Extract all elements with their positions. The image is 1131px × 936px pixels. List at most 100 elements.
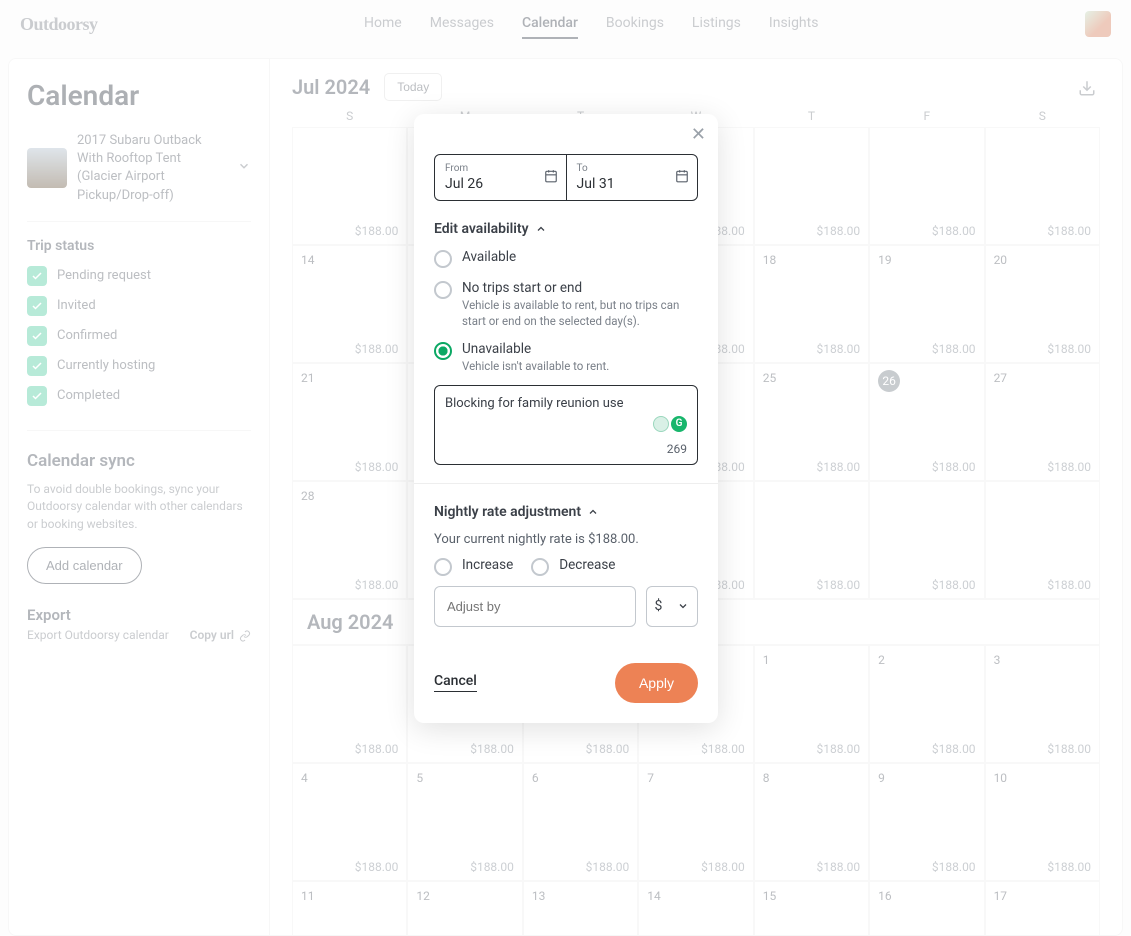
day-number: 17 <box>994 889 1008 903</box>
calendar-cell[interactable]: 26$188.00 <box>869 363 984 481</box>
checkbox[interactable] <box>27 326 47 346</box>
listing-name: 2017 Subaru Outback With Rooftop Tent (G… <box>77 132 227 205</box>
day-number: 27 <box>994 371 1008 385</box>
calendar-cell[interactable]: 4$188.00 <box>292 763 407 881</box>
calendar-cell[interactable]: 27 $188.00 <box>985 363 1100 481</box>
nightly-rate-desc: Your current nightly rate is $188.00. <box>434 532 698 547</box>
calendar-cell[interactable]: 17$188.00 <box>985 881 1100 936</box>
calendar-cell[interactable]: 19 $188.00 <box>869 245 984 363</box>
close-icon[interactable]: ✕ <box>691 124 706 145</box>
sidebar: Calendar 2017 Subaru Outback With Roofto… <box>8 58 270 936</box>
calendar-cell[interactable]: 6$188.00 <box>523 763 638 881</box>
nav-bookings[interactable]: Bookings <box>606 9 664 39</box>
listing-selector[interactable]: 2017 Subaru Outback With Rooftop Tent (G… <box>27 132 251 222</box>
day-number: 19 <box>878 253 892 267</box>
status-item[interactable]: Invited <box>27 296 251 316</box>
calendar-cell[interactable]: 9$188.00 <box>869 763 984 881</box>
copy-url-button[interactable]: Copy url <box>190 628 251 642</box>
radio-available[interactable]: Available <box>434 249 698 268</box>
cell-price: $188.00 <box>1047 460 1091 474</box>
calendar-cell[interactable]: 7$188.00 <box>638 763 753 881</box>
calendar-cell[interactable]: 15$188.00 <box>754 881 869 936</box>
nav-insights[interactable]: Insights <box>769 9 819 39</box>
brand-logo: Outdoorsy <box>20 14 98 35</box>
checkbox[interactable] <box>27 266 47 286</box>
nav-calendar[interactable]: Calendar <box>522 9 578 39</box>
calendar-cell[interactable]: 13$188.00 <box>523 881 638 936</box>
checkbox[interactable] <box>27 356 47 376</box>
radio-dot[interactable] <box>434 250 452 268</box>
radio-unavailable[interactable]: Unavailable Vehicle isn't available to r… <box>434 341 698 375</box>
date-from[interactable]: From Jul 26 <box>435 155 567 200</box>
calendar-cell[interactable]: 1$188.00 <box>754 645 869 763</box>
unit-select[interactable]: $ <box>646 586 698 627</box>
cell-price: $188.00 <box>355 742 399 756</box>
calendar-cell[interactable]: 2$188.00 <box>869 645 984 763</box>
radio-dot[interactable] <box>434 558 452 576</box>
status-item[interactable]: Pending request <box>27 266 251 286</box>
cell-price: $188.00 <box>1047 742 1091 756</box>
edit-availability-heading[interactable]: Edit availability <box>434 221 698 237</box>
nav-listings[interactable]: Listings <box>692 9 741 39</box>
day-number: 11 <box>301 889 315 903</box>
today-button[interactable]: Today <box>384 73 442 101</box>
user-avatar[interactable] <box>1085 11 1111 37</box>
day-number: 6 <box>532 771 539 785</box>
radio-dot[interactable] <box>434 281 452 299</box>
nav-messages[interactable]: Messages <box>430 9 494 39</box>
add-calendar-button[interactable]: Add calendar <box>27 547 142 584</box>
radio-no-trips[interactable]: No trips start or end Vehicle is availab… <box>434 280 698 329</box>
radio-decrease[interactable]: Decrease <box>531 557 615 576</box>
calendar-sync-section: Calendar sync To avoid double bookings, … <box>27 430 251 584</box>
adjust-by-input[interactable] <box>434 586 636 627</box>
status-item[interactable]: Confirmed <box>27 326 251 346</box>
top-nav: Outdoorsy Home Messages Calendar Booking… <box>0 0 1131 48</box>
calendar-cell[interactable]: 10$188.00 <box>985 763 1100 881</box>
calendar-cell[interactable]: 14$188.00 <box>638 881 753 936</box>
download-icon[interactable] <box>1078 79 1096 101</box>
status-label: Pending request <box>57 268 151 283</box>
apply-button[interactable]: Apply <box>615 663 698 703</box>
day-number: 1 <box>763 653 770 667</box>
calendar-cell[interactable]: 18$188.00 <box>754 245 869 363</box>
nav-links: Home Messages Calendar Bookings Listings… <box>98 9 1085 39</box>
calendar-cell[interactable]: 28$188.00 <box>292 481 407 599</box>
cell-price: $188.00 <box>932 342 976 356</box>
calendar-cell[interactable]: 16$188.00 <box>869 881 984 936</box>
nightly-rate-heading[interactable]: Nightly rate adjustment <box>434 504 698 520</box>
status-label: Completed <box>57 388 120 403</box>
calendar-cell[interactable]: 21$188.00 <box>292 363 407 481</box>
day-number: 25 <box>763 371 777 385</box>
calendar-cell[interactable]: 3$188.00 <box>985 645 1100 763</box>
radio-increase[interactable]: Increase <box>434 557 513 576</box>
calendar-cell: $188.00 <box>292 127 407 245</box>
radio-dot[interactable] <box>434 342 452 360</box>
calendar-cell: $188.00 <box>869 127 984 245</box>
cell-price: $188.00 <box>470 860 514 874</box>
nav-home[interactable]: Home <box>364 9 402 39</box>
status-item[interactable]: Completed <box>27 386 251 406</box>
calendar-cell[interactable]: 14$188.00 <box>292 245 407 363</box>
day-number: 28 <box>301 489 315 503</box>
page-title: Calendar <box>27 79 251 112</box>
cell-price: $188.00 <box>817 460 861 474</box>
cell-price: $188.00 <box>1047 578 1091 592</box>
chevron-up-icon <box>587 506 599 518</box>
date-to[interactable]: To Jul 31 <box>567 155 698 200</box>
calendar-cell[interactable]: 12$188.00 <box>407 881 522 936</box>
cancel-button[interactable]: Cancel <box>434 673 477 692</box>
calendar-cell[interactable]: 5$188.00 <box>407 763 522 881</box>
calendar-cell[interactable]: 25 $188.00 <box>754 363 869 481</box>
day-number: 14 <box>301 253 315 267</box>
calendar-cell[interactable]: 20$188.00 <box>985 245 1100 363</box>
calendar-cell: $188.00 <box>754 481 869 599</box>
checkbox[interactable] <box>27 386 47 406</box>
radio-dot[interactable] <box>531 558 549 576</box>
status-label: Confirmed <box>57 328 117 343</box>
day-number: 7 <box>647 771 654 785</box>
note-textarea[interactable] <box>445 396 687 436</box>
status-item[interactable]: Currently hosting <box>27 356 251 376</box>
checkbox[interactable] <box>27 296 47 316</box>
calendar-cell[interactable]: 8$188.00 <box>754 763 869 881</box>
calendar-cell[interactable]: 11$188.00 <box>292 881 407 936</box>
